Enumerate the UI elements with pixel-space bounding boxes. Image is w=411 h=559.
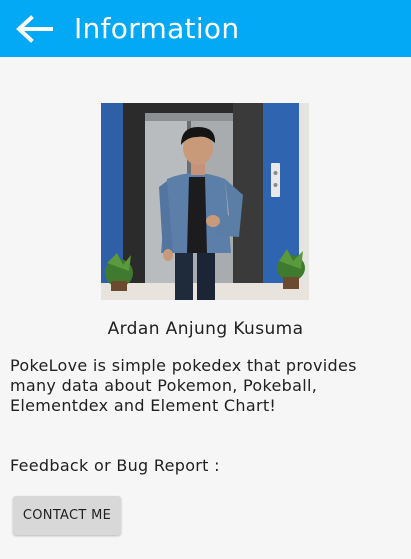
profile-name: Ardan Anjung Kusuma (107, 319, 304, 339)
profile-photo (101, 103, 309, 300)
page-title: Information (74, 12, 240, 45)
app-description: PokeLove is simple pokedex that provides… (10, 356, 357, 415)
back-button[interactable] (4, 0, 64, 57)
feedback-label: Feedback or Bug Report : (10, 456, 220, 475)
app-bar: Information (0, 0, 411, 57)
arrow-left-icon (16, 14, 53, 43)
contact-me-button[interactable]: CONTACT ME (13, 496, 121, 535)
